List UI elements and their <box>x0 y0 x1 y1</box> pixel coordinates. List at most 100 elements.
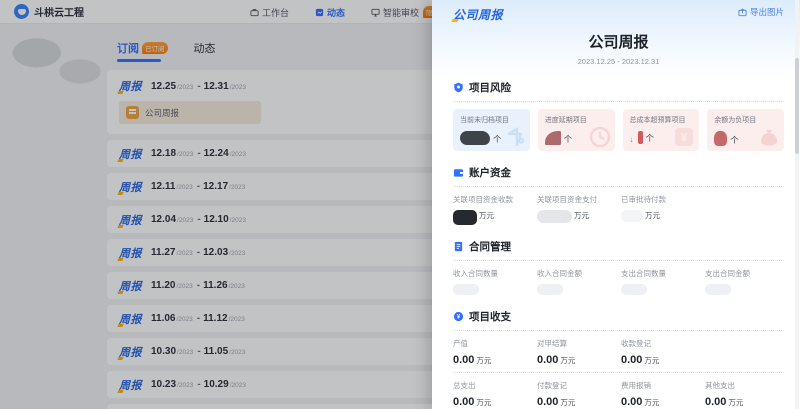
stat-unit: 万元 <box>476 355 491 366</box>
app-window: 斗栱云工程 工作台 动态 智能审校 限免 <box>0 0 800 409</box>
shield-icon <box>453 82 464 93</box>
stat-label: 总支出 <box>453 380 537 391</box>
risk-card-negative-balance: 余额为负项目 个 <box>707 109 784 151</box>
stat-value: 0.00 <box>537 396 558 408</box>
stat-unit: 万元 <box>560 397 575 408</box>
stat-block: 费用报销 0.00万元 <box>621 380 705 408</box>
divider <box>453 186 784 187</box>
stat-unit: 万元 <box>644 397 659 408</box>
stat-unit: 万元 <box>479 210 494 221</box>
stat-block: 收款登记 0.00万元 <box>621 338 705 366</box>
stat-label: 支出合同金额 <box>705 268 789 279</box>
section-account-funds: 账户资金 <box>453 165 784 180</box>
stat-label: 付款登记 <box>537 380 621 391</box>
stat-value: 0.00 <box>621 396 642 408</box>
risk-card-over-budget: 总成本超预算项目 ↓个 ¥ <box>623 109 700 151</box>
risk-cards: 当前未归档项目 个 进度延期项目 个 总成本超预算项目 ↓个 ¥ 余额为负项目 … <box>453 109 784 151</box>
stat-block: 产值 0.00万元 <box>453 338 537 366</box>
redacted-value <box>621 284 647 295</box>
redacted-value <box>453 284 479 295</box>
export-image-button[interactable]: 导出图片 <box>738 6 784 18</box>
weekly-report-drawer: 公司周报 导出图片 公司周报 2023.12.25 - 2023.12.31 项… <box>432 0 800 409</box>
stat-label: 支出合同数量 <box>621 268 705 279</box>
section-title: 项目收支 <box>469 309 511 324</box>
drawer-scrollbar-track[interactable] <box>795 0 799 409</box>
risk-card-unit: 个 <box>493 133 502 145</box>
redacted-value <box>621 210 643 222</box>
drawer-scrollbar-thumb[interactable] <box>795 58 799 154</box>
stat-label: 收入合同金额 <box>537 268 621 279</box>
coin-icon: ¥ <box>453 311 464 322</box>
risk-card-unit: 个 <box>730 134 739 146</box>
stat-approved-pending: 已审批待付款 万元 <box>621 194 705 225</box>
section-project-risk: 项目风险 <box>453 80 784 95</box>
drawer-title: 公司周报 <box>453 31 784 52</box>
risk-card-label: 总成本超预算项目 <box>630 115 693 125</box>
stat-unit: 万元 <box>645 210 660 221</box>
down-arrow-icon: ↓ <box>630 135 634 144</box>
redacted-value <box>705 284 731 295</box>
redacted-value <box>638 131 643 144</box>
stat-value: 0.00 <box>621 354 642 366</box>
stat-value: 0.00 <box>453 354 474 366</box>
redacted-value <box>537 284 563 295</box>
redacted-value <box>453 210 477 225</box>
redacted-value <box>460 131 490 145</box>
stat-block: 收入合同金额 <box>537 268 621 295</box>
redacted-value <box>714 131 727 146</box>
contract-icon <box>453 241 464 252</box>
wallet-icon <box>453 167 464 178</box>
stat-label: 关联项目资金支付 <box>537 194 621 205</box>
divider <box>453 260 784 261</box>
section-title: 项目风险 <box>469 80 511 95</box>
income-stats-row2: 总支出 0.00万元 付款登记 0.00万元 费用报销 0.00万元 <box>453 380 784 408</box>
divider <box>453 372 784 373</box>
stat-funds-paid: 关联项目资金支付 万元 <box>537 194 621 225</box>
risk-card-unit: 个 <box>564 133 573 145</box>
stat-unit: 万元 <box>560 355 575 366</box>
stat-label: 产值 <box>453 338 537 349</box>
stat-unit: 万元 <box>574 210 589 221</box>
stat-label: 对甲结算 <box>537 338 621 349</box>
stat-value: 0.00 <box>705 396 726 408</box>
stat-label: 关联项目资金收款 <box>453 194 537 205</box>
modal-overlay[interactable] <box>0 0 432 409</box>
export-image-icon <box>738 8 747 17</box>
risk-card-label: 进度延期项目 <box>545 115 608 125</box>
stat-label: 收款登记 <box>621 338 705 349</box>
risk-card-label: 余额为负项目 <box>714 115 777 125</box>
stat-label: 费用报销 <box>621 380 705 391</box>
stat-block: 支出合同金额 <box>705 268 789 295</box>
stat-label: 已审批待付款 <box>621 194 705 205</box>
redacted-value <box>537 210 572 223</box>
section-contract-management: 合同管理 <box>453 239 784 254</box>
contracts-stats: 收入合同数量 收入合同金额 支出合同数量 支出合同金额 <box>453 268 784 295</box>
stat-value: 0.00 <box>537 354 558 366</box>
stat-block: 对甲结算 0.00万元 <box>537 338 621 366</box>
stat-block: 其他支出 0.00万元 <box>705 380 789 408</box>
stat-unit: 万元 <box>728 397 743 408</box>
stat-block: 收入合同数量 <box>453 268 537 295</box>
section-project-income-expense: ¥ 项目收支 <box>453 309 784 324</box>
divider <box>453 330 784 331</box>
section-title: 合同管理 <box>469 239 511 254</box>
risk-card-unarchived: 当前未归档项目 个 <box>453 109 530 151</box>
stat-value: 0.00 <box>453 396 474 408</box>
redacted-value <box>545 131 561 145</box>
stat-block: 总支出 0.00万元 <box>453 380 537 408</box>
income-stats-row1: 产值 0.00万元 对甲结算 0.00万元 收款登记 0.00万元 <box>453 338 784 366</box>
divider <box>453 101 784 102</box>
funds-stats: 关联项目资金收款 万元 关联项目资金支付 万元 已审批待付款 万元 <box>453 194 784 225</box>
stat-funds-received: 关联项目资金收款 万元 <box>453 194 537 225</box>
stat-label: 收入合同数量 <box>453 268 537 279</box>
stat-block: 付款登记 0.00万元 <box>537 380 621 408</box>
risk-card-unit: 个 <box>646 132 655 144</box>
stat-unit: 万元 <box>644 355 659 366</box>
drawer-brand-logo: 公司周报 <box>453 6 503 23</box>
risk-card-delayed: 进度延期项目 个 <box>538 109 615 151</box>
stat-unit: 万元 <box>476 397 491 408</box>
export-image-label: 导出图片 <box>750 6 784 18</box>
drawer-date-range: 2023.12.25 - 2023.12.31 <box>453 57 784 66</box>
stat-label: 其他支出 <box>705 380 789 391</box>
section-title: 账户资金 <box>469 165 511 180</box>
